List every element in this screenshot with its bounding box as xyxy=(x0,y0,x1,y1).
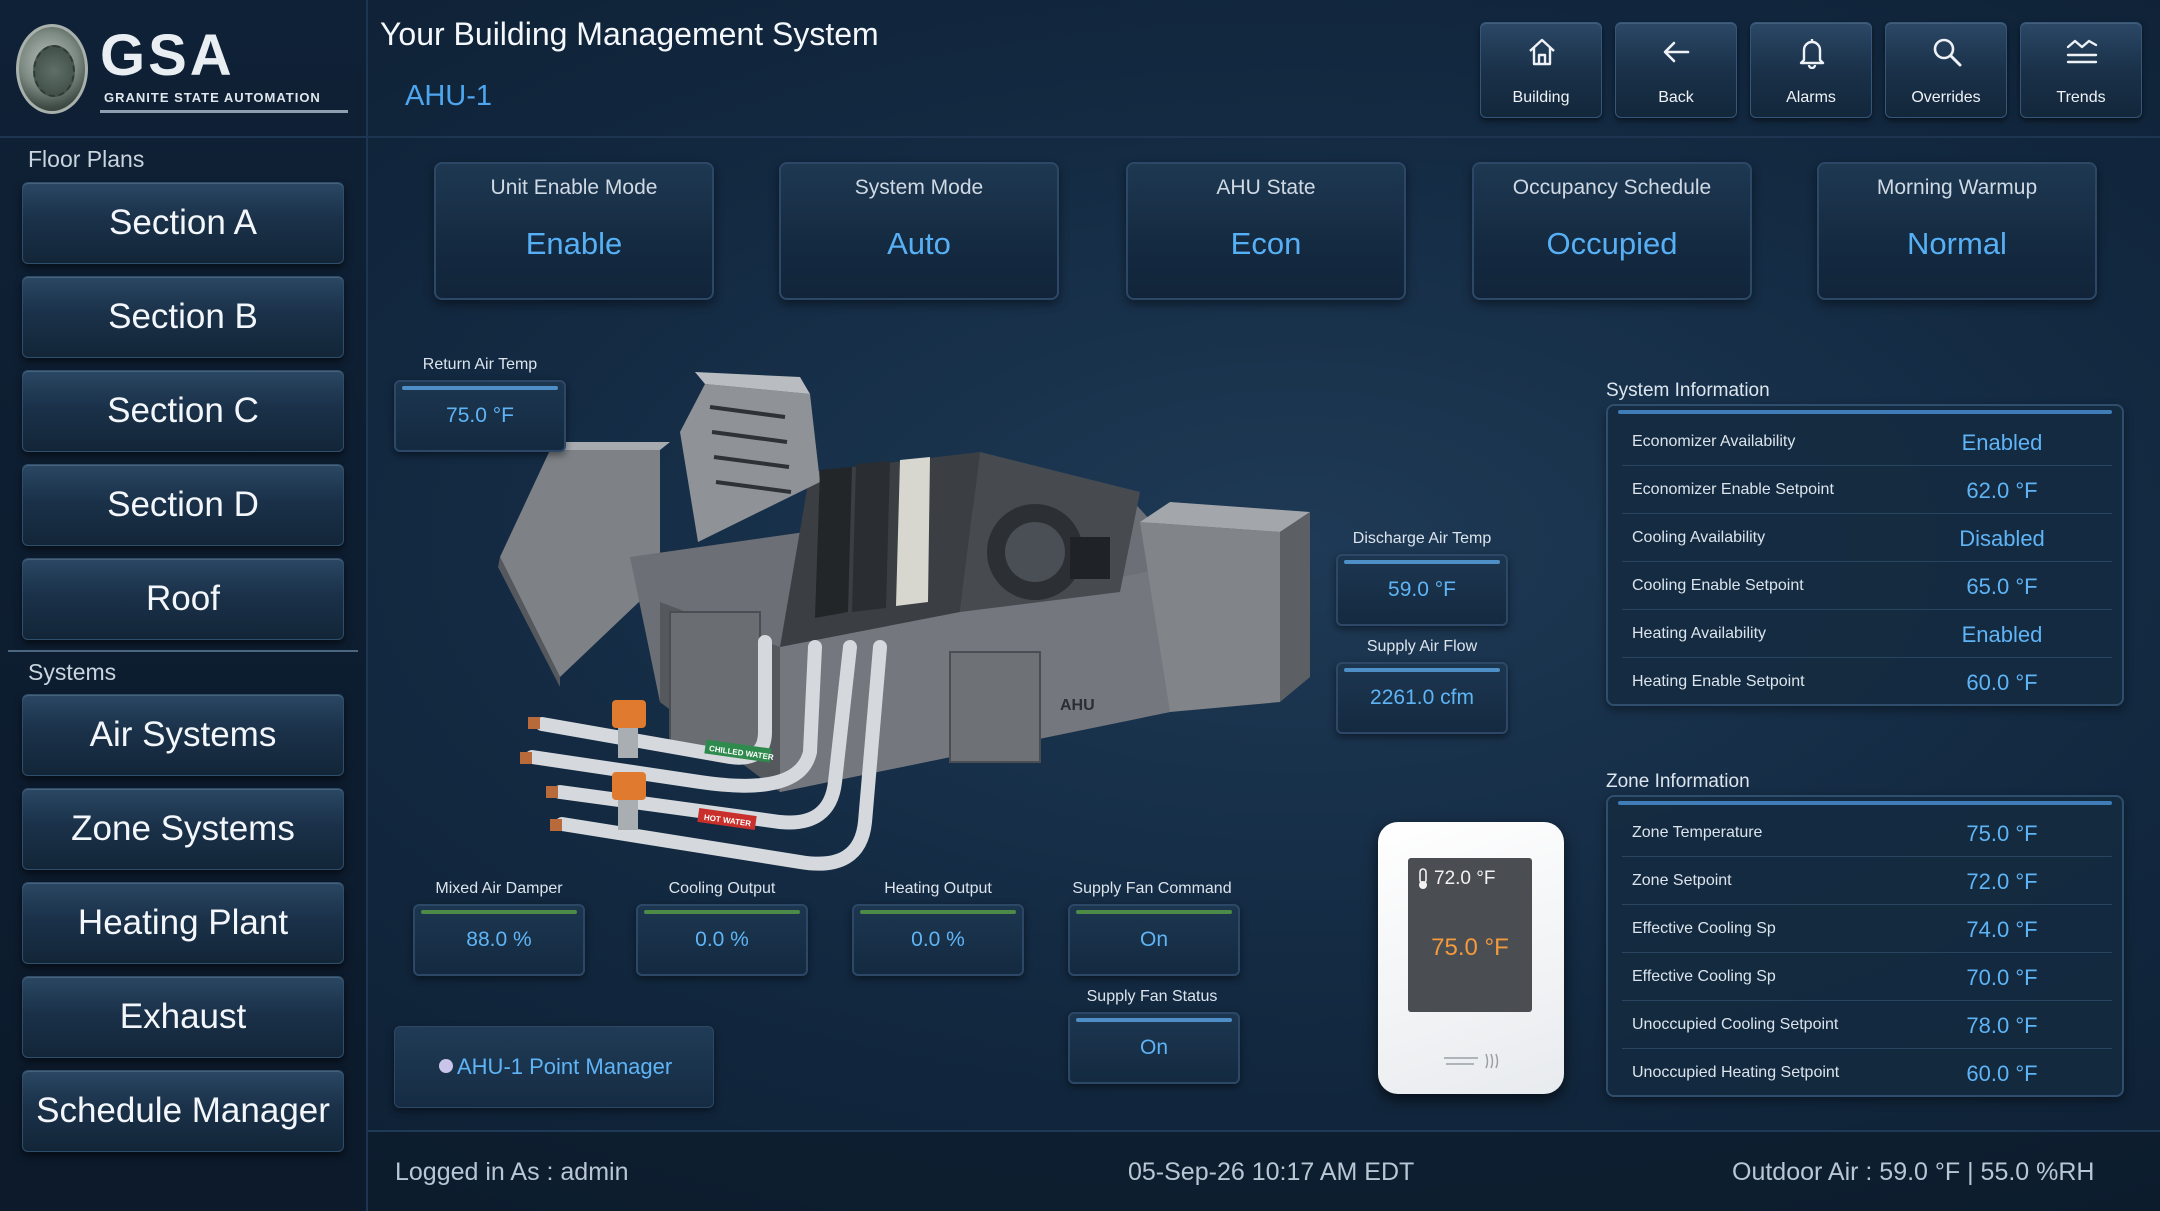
home-icon xyxy=(1529,38,1555,66)
return-air-temp-value[interactable]: 75.0 °F xyxy=(394,380,566,452)
floor-plans-label: Floor Plans xyxy=(28,146,145,172)
thermostat-setpoint: 72.0 °F xyxy=(1434,868,1496,889)
thermostat[interactable]: 72.0 °F 75.0 °F xyxy=(1378,822,1564,1094)
zone-info-panel: Zone Temperature 75.0 °F Zone Setpoint 72.… xyxy=(1606,795,2124,1097)
cooling-output-label: Cooling Output xyxy=(668,880,776,897)
info-row: Unoccupied Cooling Setpoint 78.0 °F xyxy=(1622,1003,2112,1049)
supply-air-flow-value[interactable]: 2261.0 cfm xyxy=(1336,662,1508,734)
info-row: Effective Cooling Sp 74.0 °F xyxy=(1622,907,2112,953)
supply-fan-status-value[interactable]: On xyxy=(1068,1012,1240,1084)
ahu-state-tile[interactable]: AHU State Econ xyxy=(1126,162,1406,300)
info-row: Economizer Availability Enabled xyxy=(1622,420,2112,466)
footer-divider xyxy=(368,1130,2160,1132)
system-mode-tile[interactable]: System Mode Auto xyxy=(779,162,1059,300)
logged-in-user: Logged in As : admin xyxy=(395,1158,629,1186)
heating-coil xyxy=(852,461,890,612)
return-air-temp-label: Return Air Temp xyxy=(422,356,538,373)
tile-value: Enable xyxy=(525,226,623,261)
info-row: Economizer Enable Setpoint 62.0 °F xyxy=(1622,468,2112,514)
logo-title: GSA xyxy=(100,23,235,88)
mixed-air-damper-label: Mixed Air Damper xyxy=(435,880,563,897)
outdoor-air-readout: Outdoor Air : 59.0 °F | 55.0 %RH xyxy=(1732,1158,2095,1186)
info-row: Zone Setpoint 72.0 °F xyxy=(1622,859,2112,905)
back-button[interactable]: Back xyxy=(1615,22,1737,118)
thermometer-icon xyxy=(1419,868,1427,889)
info-row: Cooling Enable Setpoint 65.0 °F xyxy=(1622,564,2112,610)
current-datetime: 05-Sep-26 10:17 AM EDT xyxy=(1128,1158,1415,1186)
thermostat-temperature: 75.0 °F xyxy=(1431,934,1509,961)
info-row: Heating Enable Setpoint 60.0 °F xyxy=(1632,670,2038,695)
nav-zone-systems-button[interactable]: Zone Systems xyxy=(22,788,344,870)
supply-air-flow-label: Supply Air Flow xyxy=(1366,638,1478,655)
nav-roof-button[interactable]: Roof xyxy=(22,558,344,640)
tile-title: Morning Warmup xyxy=(1876,176,2038,199)
search-icon xyxy=(1933,38,1962,67)
building-button[interactable]: Building xyxy=(1480,22,1602,118)
sidebar: GSA GRANITE STATE AUTOMATION Floor Plans… xyxy=(0,0,368,1211)
system-info-title: System Information xyxy=(1606,380,1770,401)
cooling-output-value[interactable]: 0.0 % xyxy=(636,904,808,976)
tile-value: Auto xyxy=(887,226,951,261)
tile-title: System Mode xyxy=(854,176,984,199)
tile-value: Occupied xyxy=(1546,226,1678,261)
cooling-coil xyxy=(815,467,852,618)
alarms-button[interactable]: Alarms xyxy=(1750,22,1872,118)
ahu-diagram-label: AHU xyxy=(1060,697,1095,714)
info-row: Zone Temperature 75.0 °F xyxy=(1622,811,2112,857)
tile-value: Normal xyxy=(1907,226,2007,261)
nav-heating-plant-button[interactable]: Heating Plant xyxy=(22,882,344,964)
point-manager-label: AHU-1 Point Manager xyxy=(457,1054,673,1079)
discharge-air-temp-label: Discharge Air Temp xyxy=(1352,530,1492,547)
info-row: Unoccupied Heating Setpoint 60.0 °F xyxy=(1632,1061,2038,1086)
nav-section-b-button[interactable]: Section B xyxy=(22,276,344,358)
overrides-button[interactable]: Overrides xyxy=(1885,22,2007,118)
logo-seal-icon xyxy=(16,24,88,114)
tile-title: Occupancy Schedule xyxy=(1512,176,1712,199)
trends-icon xyxy=(2066,39,2098,64)
system-info-panel: Economizer Availability Enabled Economize… xyxy=(1606,404,2124,706)
morning-warmup-tile[interactable]: Morning Warmup Normal xyxy=(1817,162,2097,300)
arrow-left-icon xyxy=(1663,41,1690,63)
supply-fan-command-label: Supply Fan Command xyxy=(1072,880,1232,897)
logo-area: GSA GRANITE STATE AUTOMATION xyxy=(0,0,368,138)
zone-info-title: Zone Information xyxy=(1606,771,1750,792)
logo-underline xyxy=(100,110,348,113)
occupancy-schedule-tile[interactable]: Occupancy Schedule Occupied xyxy=(1472,162,1752,300)
heating-output-label: Heating Output xyxy=(884,880,992,897)
tile-value: Econ xyxy=(1230,226,1302,261)
app-title: Your Building Management System xyxy=(380,16,879,52)
info-row: Heating Availability Enabled xyxy=(1622,612,2112,658)
supply-fan-status-label: Supply Fan Status xyxy=(1086,988,1218,1005)
systems-label: Systems xyxy=(28,659,117,685)
sidebar-divider xyxy=(8,650,358,652)
supply-fan-command-value[interactable]: On xyxy=(1068,904,1240,976)
nav-section-a-button[interactable]: Section A xyxy=(22,182,344,264)
nav-air-systems-button[interactable]: Air Systems xyxy=(22,694,344,776)
info-row: Cooling Availability Disabled xyxy=(1622,516,2112,562)
bullet-icon xyxy=(439,1059,453,1073)
heating-output-value[interactable]: 0.0 % xyxy=(852,904,1024,976)
bell-icon xyxy=(1799,39,1825,69)
header-divider xyxy=(368,136,2160,138)
thermostat-brand-logo xyxy=(1444,1053,1499,1069)
trends-button[interactable]: Trends xyxy=(2020,22,2142,118)
nav-exhaust-button[interactable]: Exhaust xyxy=(22,976,344,1058)
logo-subtitle: GRANITE STATE AUTOMATION xyxy=(104,90,321,105)
nav-schedule-manager-button[interactable]: Schedule Manager xyxy=(22,1070,344,1152)
unit-enable-mode-tile[interactable]: Unit Enable Mode Enable xyxy=(434,162,714,300)
point-manager-button[interactable]: AHU-1 Point Manager xyxy=(394,1026,714,1108)
info-row: Effective Cooling Sp 70.0 °F xyxy=(1622,955,2112,1001)
nav-section-d-button[interactable]: Section D xyxy=(22,464,344,546)
filter xyxy=(896,457,930,606)
discharge-air-temp-value[interactable]: 59.0 °F xyxy=(1336,554,1508,626)
page-title: AHU-1 xyxy=(405,80,493,112)
thermostat-screen: 72.0 °F 75.0 °F xyxy=(1408,858,1532,1012)
tile-title: Unit Enable Mode xyxy=(490,176,658,199)
ahu-diagram: AHU CHILLED WATER HOT WATER xyxy=(498,372,1310,871)
nav-section-c-button[interactable]: Section C xyxy=(22,370,344,452)
tile-title: AHU State xyxy=(1216,176,1316,199)
mixed-air-damper-value[interactable]: 88.0 % xyxy=(413,904,585,976)
